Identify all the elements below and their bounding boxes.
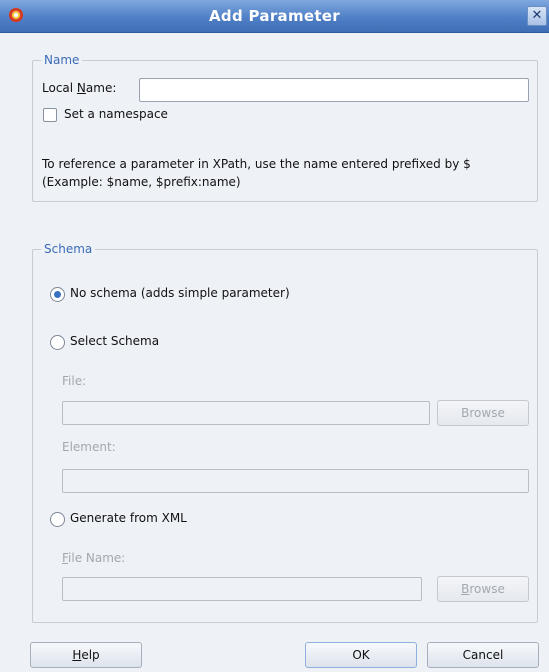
xpath-help-line2: (Example: $name, $prefix:name): [42, 175, 241, 189]
generate-from-xml-radio[interactable]: [50, 512, 65, 527]
generate-from-xml-label[interactable]: Generate from XML: [70, 511, 187, 525]
browse-file-button[interactable]: Browse: [437, 400, 529, 426]
set-namespace-label[interactable]: Set a namespace: [64, 107, 168, 121]
select-schema-label[interactable]: Select Schema: [70, 334, 159, 348]
no-schema-radio[interactable]: [50, 287, 65, 302]
select-schema-radio[interactable]: [50, 335, 65, 350]
element-label: Element:: [62, 440, 116, 454]
set-namespace-checkbox[interactable]: [43, 108, 57, 122]
name-group-legend: Name: [41, 53, 83, 67]
add-parameter-dialog: Add Parameter ✕ Name Local Name: Set a n…: [0, 0, 549, 672]
file-name-label: File Name:: [62, 551, 126, 565]
local-name-label: Local Name:: [42, 81, 117, 95]
schema-group: Schema No schema (adds simple parameter)…: [32, 242, 538, 623]
element-input[interactable]: [62, 469, 529, 493]
radio-selected-dot: [54, 291, 61, 298]
file-name-input[interactable]: [62, 577, 422, 601]
local-name-input[interactable]: [139, 78, 529, 102]
file-input[interactable]: [62, 401, 430, 425]
cancel-button[interactable]: Cancel: [427, 642, 539, 668]
name-group: Name Local Name: Set a namespace To refe…: [32, 53, 538, 202]
ok-button[interactable]: OK: [305, 642, 417, 668]
help-button[interactable]: Help: [30, 642, 142, 668]
no-schema-label[interactable]: No schema (adds simple parameter): [70, 286, 290, 300]
dialog-title: Add Parameter: [209, 7, 340, 25]
xpath-help-line1: To reference a parameter in XPath, use t…: [42, 157, 471, 171]
browse-file-name-button[interactable]: Browse: [437, 576, 529, 602]
file-label: File:: [62, 374, 87, 388]
title-bar[interactable]: Add Parameter ✕: [0, 0, 549, 33]
schema-group-legend: Schema: [41, 242, 96, 256]
close-icon[interactable]: ✕: [527, 6, 547, 26]
